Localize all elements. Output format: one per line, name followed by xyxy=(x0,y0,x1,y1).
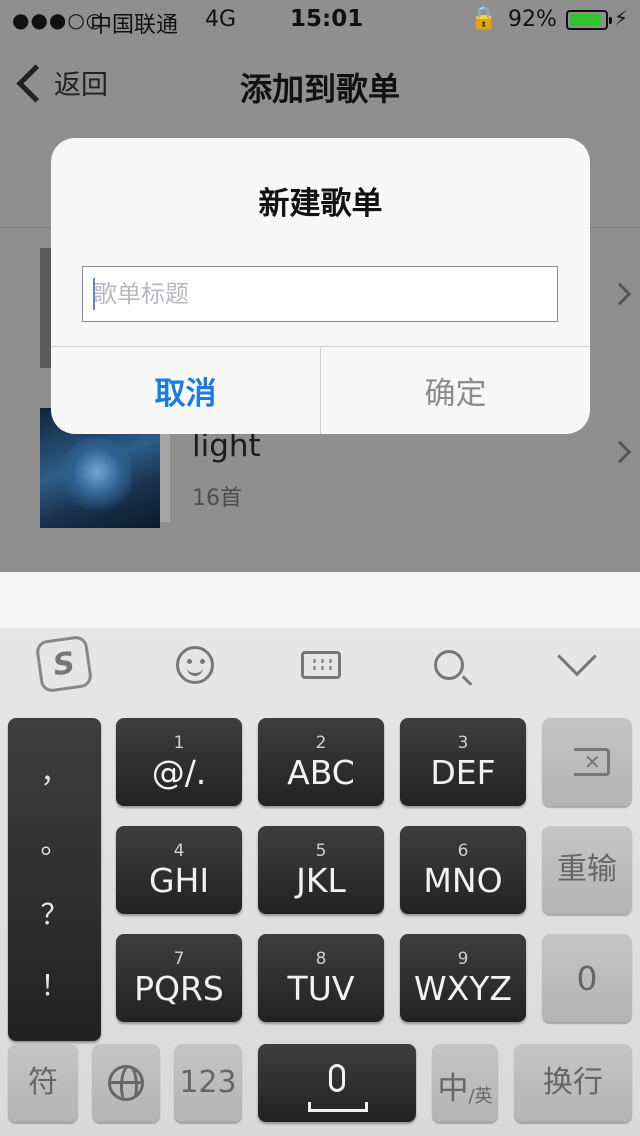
keyboard: S ， 。 ？ ！ 1 @/. 2 ABC 3 DEF 4 GHI 5 JKL … xyxy=(0,628,640,1136)
key-0[interactable]: 0 xyxy=(542,934,632,1022)
keyboard-toolbar: S xyxy=(0,628,640,700)
key-label: 符 xyxy=(28,1065,58,1100)
voice-space-key[interactable] xyxy=(258,1044,416,1122)
key-number: 5 xyxy=(315,841,327,861)
keyboard-icon xyxy=(301,651,341,679)
key-number: 9 xyxy=(457,949,469,969)
key-label: @/. xyxy=(151,753,207,792)
punct-period[interactable]: 。 xyxy=(40,830,68,858)
confirm-button[interactable]: 确定 xyxy=(321,347,590,434)
new-playlist-dialog: 新建歌单 取消 确定 xyxy=(51,138,590,434)
backspace-icon xyxy=(564,748,610,776)
key-label: 0 xyxy=(576,958,598,998)
status-bar: ●●●○○ 中国联通 4G 15:01 🔒 92% ⚡ xyxy=(0,0,640,40)
key-number: 7 xyxy=(173,949,185,969)
chevron-right-icon xyxy=(608,440,632,464)
carrier-name: 中国联通 xyxy=(90,13,179,38)
punct-question[interactable]: ？ xyxy=(40,900,68,929)
charging-icon: ⚡ xyxy=(614,6,629,30)
key-label: 换行 xyxy=(543,1065,603,1100)
symbol-key[interactable]: 符 xyxy=(8,1044,78,1122)
text-cursor xyxy=(93,278,95,310)
microphone-icon xyxy=(329,1064,345,1092)
key-label: TUV xyxy=(287,969,355,1008)
globe-key[interactable] xyxy=(92,1044,160,1122)
cancel-button[interactable]: 取消 xyxy=(51,347,320,434)
key-5[interactable]: 5 JKL xyxy=(258,826,384,914)
key-label: WXYZ xyxy=(413,969,512,1008)
globe-icon xyxy=(108,1065,144,1101)
punct-comma[interactable]: ， xyxy=(40,759,68,787)
battery-percent: 92% xyxy=(508,7,557,32)
key-4[interactable]: 4 GHI xyxy=(116,826,242,914)
key-6[interactable]: 6 MNO xyxy=(400,826,526,914)
key-label: 中 xyxy=(437,1071,469,1107)
key-label: PQRS xyxy=(134,969,224,1008)
key-7[interactable]: 7 PQRS xyxy=(116,934,242,1022)
playlist-count: 16首 xyxy=(192,486,242,511)
keyboard-switch-button[interactable] xyxy=(296,640,346,690)
key-number: 6 xyxy=(457,841,469,861)
return-key[interactable]: 换行 xyxy=(514,1044,632,1122)
key-label: ABC xyxy=(287,753,355,792)
network-type: 4G xyxy=(205,7,237,32)
rotation-lock-icon: 🔒 xyxy=(470,6,498,31)
key-3[interactable]: 3 DEF xyxy=(400,718,526,806)
key-sublabel: /英 xyxy=(468,1086,493,1107)
key-number: 2 xyxy=(315,733,327,753)
battery-fill xyxy=(570,14,602,26)
key-number: 4 xyxy=(173,841,185,861)
key-2[interactable]: 2 ABC xyxy=(258,718,384,806)
reenter-key[interactable]: 重输 xyxy=(542,826,632,914)
backspace-key[interactable] xyxy=(542,718,632,806)
space-bar-indicator xyxy=(308,1102,368,1112)
punctuation-key[interactable]: ， 。 ？ ！ xyxy=(8,718,101,1041)
navigation-bar: 返回 添加到歌单 xyxy=(0,40,640,130)
page-title: 添加到歌单 xyxy=(239,70,400,108)
language-switch-key[interactable]: 中 /英 xyxy=(432,1044,498,1122)
key-number: 8 xyxy=(315,949,327,969)
key-number: 3 xyxy=(457,733,469,753)
search-icon xyxy=(434,650,464,680)
key-label: 123 xyxy=(179,1065,237,1100)
key-label: MNO xyxy=(423,861,503,900)
keyboard-candidate-bar xyxy=(0,572,640,628)
key-9[interactable]: 9 WXYZ xyxy=(400,934,526,1022)
cover-art-figure xyxy=(62,438,132,513)
key-8[interactable]: 8 TUV xyxy=(258,934,384,1022)
emoji-button[interactable] xyxy=(170,640,220,690)
sogou-logo-icon[interactable]: S xyxy=(34,634,94,694)
key-label: DEF xyxy=(430,753,496,792)
smiley-icon xyxy=(176,646,214,684)
playlist-title-input[interactable] xyxy=(82,266,558,322)
battery-icon xyxy=(566,10,612,30)
key-label: JKL xyxy=(296,861,346,900)
key-number: 1 xyxy=(173,733,185,753)
chevron-down-icon xyxy=(557,636,597,677)
clock: 15:01 xyxy=(290,6,364,32)
punct-exclaim[interactable]: ！ xyxy=(40,971,68,1000)
key-label: 重输 xyxy=(557,852,617,887)
numbers-key[interactable]: 123 xyxy=(174,1044,242,1122)
key-1[interactable]: 1 @/. xyxy=(116,718,242,806)
search-button[interactable] xyxy=(424,640,474,690)
key-label: GHI xyxy=(148,861,210,900)
hide-keyboard-button[interactable] xyxy=(552,636,602,690)
dialog-title: 新建歌单 xyxy=(258,186,383,222)
chevron-right-icon xyxy=(608,282,632,306)
